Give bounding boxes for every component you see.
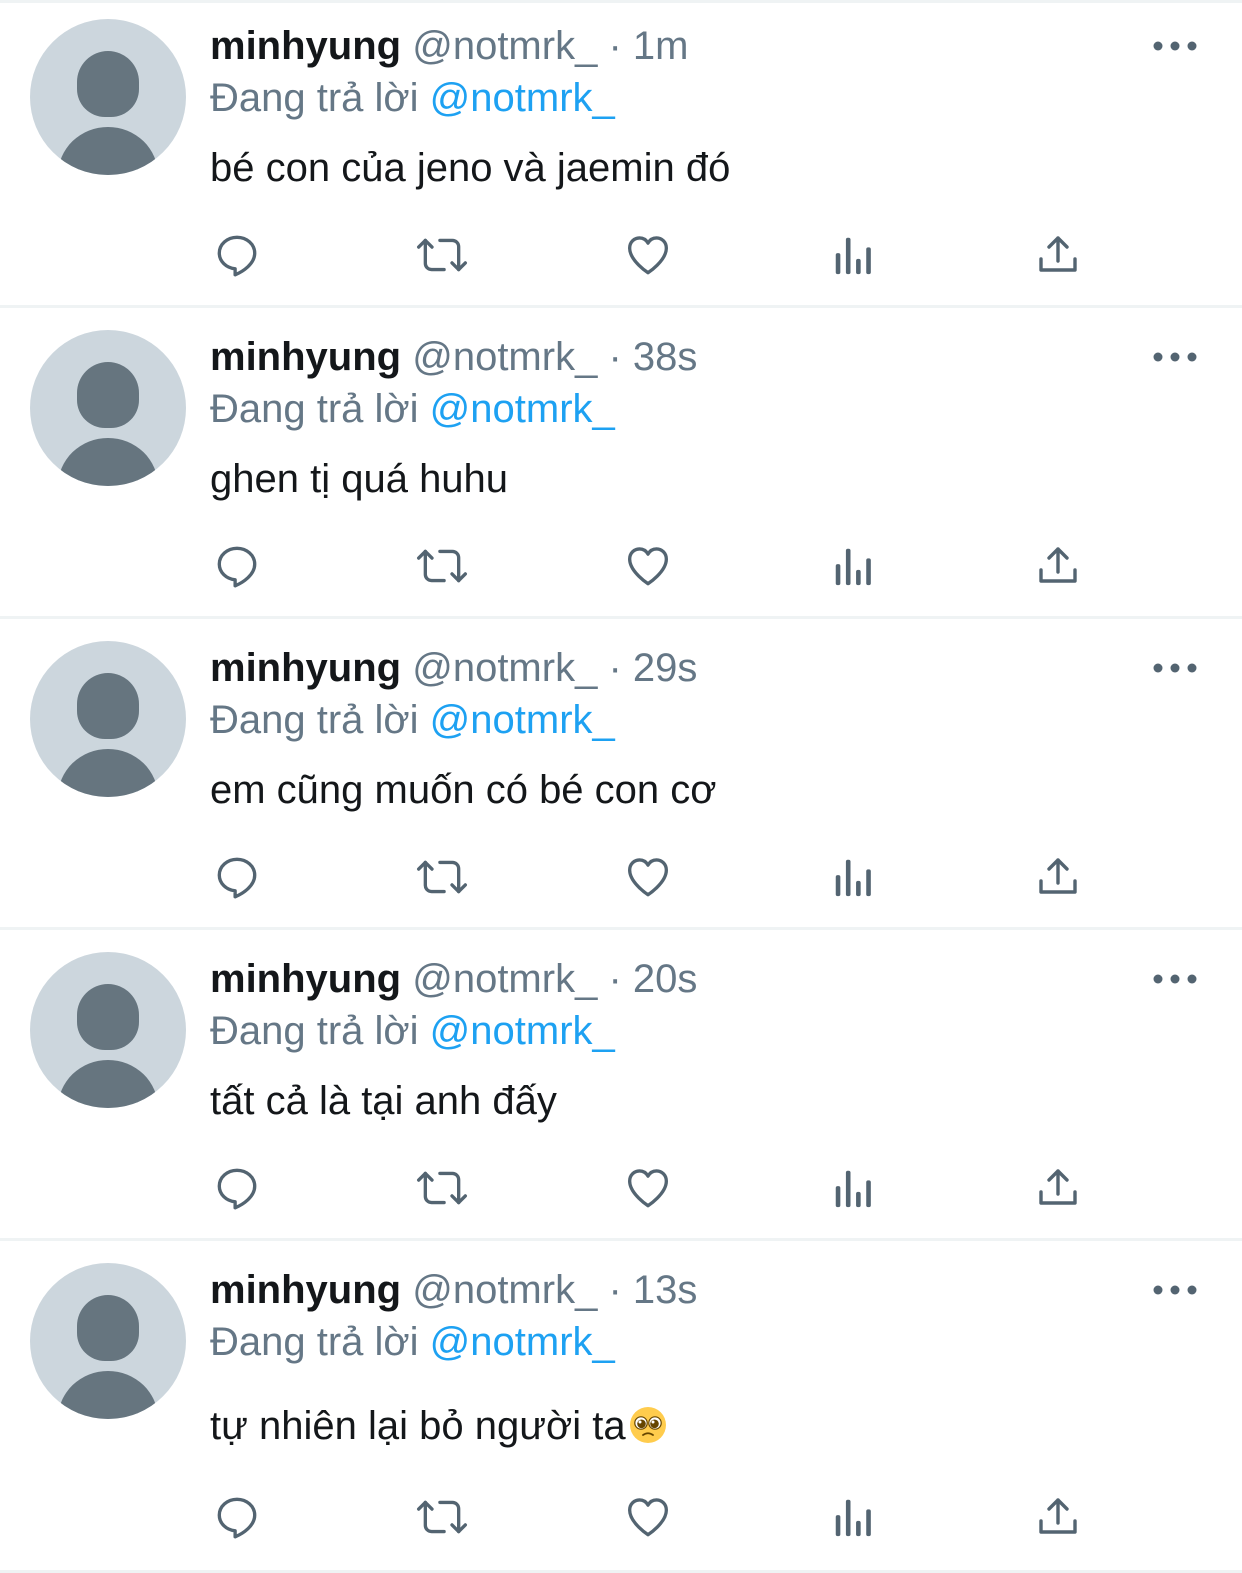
tweet-header: minhyung @notmrk_ · 20s — [210, 953, 697, 1005]
reply-mention-link[interactable]: @notmrk_ — [430, 1009, 615, 1053]
more-options-icon[interactable] — [1152, 36, 1198, 56]
display-name[interactable]: minhyung — [210, 1268, 401, 1312]
tweet-actions — [0, 1487, 1242, 1547]
tweet-divider — [0, 927, 1242, 930]
separator-dot: · — [608, 646, 622, 690]
retweet-icon[interactable] — [412, 1487, 472, 1547]
separator-dot: · — [608, 957, 622, 1001]
tweet-text: tất cả là tại anh đấy — [210, 1079, 557, 1123]
reply-icon[interactable] — [207, 225, 267, 285]
tweet-text: em cũng muốn có bé con cơ — [210, 768, 717, 812]
retweet-icon[interactable] — [412, 847, 472, 907]
more-options-icon[interactable] — [1152, 658, 1198, 678]
user-handle[interactable]: @notmrk_ — [412, 1268, 597, 1312]
share-icon[interactable] — [1028, 536, 1088, 596]
display-name[interactable]: minhyung — [210, 24, 401, 68]
tweet-item[interactable]: minhyung @notmrk_ · 20s Đang trả lời @no… — [0, 933, 1242, 1241]
user-handle[interactable]: @notmrk_ — [412, 24, 597, 68]
user-handle[interactable]: @notmrk_ — [412, 646, 597, 690]
replying-to: Đang trả lời @notmrk_ — [210, 1316, 615, 1368]
tweet-item[interactable]: minhyung @notmrk_ · 13s Đang trả lời @no… — [0, 1244, 1242, 1573]
tweet-divider — [0, 1238, 1242, 1241]
reply-mention-link[interactable]: @notmrk_ — [430, 387, 615, 431]
replying-to-label: Đang trả lời — [210, 387, 419, 431]
reply-icon[interactable] — [207, 1158, 267, 1218]
tweet-text: ghen tị quá huhu — [210, 457, 509, 501]
heart-icon[interactable] — [618, 225, 678, 285]
user-handle[interactable]: @notmrk_ — [412, 335, 597, 379]
replying-to-label: Đang trả lời — [210, 1320, 419, 1364]
tweet-item[interactable]: minhyung @notmrk_ · 1m Đang trả lời @not… — [0, 0, 1242, 308]
more-options-icon[interactable] — [1152, 1280, 1198, 1300]
tweet-header: minhyung @notmrk_ · 13s — [210, 1264, 697, 1316]
reply-mention-link[interactable]: @notmrk_ — [430, 1320, 615, 1364]
tweet-header: minhyung @notmrk_ · 1m — [210, 20, 688, 72]
tweet-header: minhyung @notmrk_ · 29s — [210, 642, 697, 694]
retweet-icon[interactable] — [412, 225, 472, 285]
tweet-item[interactable]: minhyung @notmrk_ · 29s Đang trả lời @no… — [0, 622, 1242, 930]
tweet-actions — [0, 225, 1242, 285]
replying-to: Đang trả lời @notmrk_ — [210, 694, 615, 746]
tweet-divider — [0, 305, 1242, 308]
replying-to-label: Đang trả lời — [210, 1009, 419, 1053]
tweet-item[interactable]: minhyung @notmrk_ · 38s Đang trả lời @no… — [0, 311, 1242, 619]
timestamp[interactable]: 20s — [633, 957, 698, 1001]
separator-dot: · — [608, 1268, 622, 1312]
more-options-icon[interactable] — [1152, 347, 1198, 367]
default-avatar-icon[interactable] — [30, 1263, 186, 1419]
views-icon[interactable] — [823, 847, 883, 907]
tweet-header: minhyung @notmrk_ · 38s — [210, 331, 697, 383]
replying-to: Đang trả lời @notmrk_ — [210, 383, 615, 435]
reply-mention-link[interactable]: @notmrk_ — [430, 698, 615, 742]
user-handle[interactable]: @notmrk_ — [412, 957, 597, 1001]
timestamp[interactable]: 13s — [633, 1268, 698, 1312]
share-icon[interactable] — [1028, 847, 1088, 907]
reply-mention-link[interactable]: @notmrk_ — [430, 76, 615, 120]
default-avatar-icon[interactable] — [30, 952, 186, 1108]
pleading-face-emoji-icon — [628, 1404, 668, 1444]
timestamp[interactable]: 1m — [633, 24, 689, 68]
tweet-feed: minhyung @notmrk_ · 1m Đang trả lời @not… — [0, 0, 1242, 1573]
display-name[interactable]: minhyung — [210, 957, 401, 1001]
share-icon[interactable] — [1028, 1158, 1088, 1218]
share-icon[interactable] — [1028, 225, 1088, 285]
tweet-text-row: tự nhiên lại bỏ người ta — [210, 1398, 668, 1454]
retweet-icon[interactable] — [412, 536, 472, 596]
reply-icon[interactable] — [207, 1487, 267, 1547]
share-icon[interactable] — [1028, 1487, 1088, 1547]
replying-to-label: Đang trả lời — [210, 698, 419, 742]
views-icon[interactable] — [823, 225, 883, 285]
tweet-actions — [0, 847, 1242, 907]
display-name[interactable]: minhyung — [210, 335, 401, 379]
replying-to: Đang trả lời @notmrk_ — [210, 72, 615, 124]
heart-icon[interactable] — [618, 1158, 678, 1218]
views-icon[interactable] — [823, 536, 883, 596]
more-options-icon[interactable] — [1152, 969, 1198, 989]
default-avatar-icon[interactable] — [30, 19, 186, 175]
tweet-actions — [0, 1158, 1242, 1218]
default-avatar-icon[interactable] — [30, 330, 186, 486]
views-icon[interactable] — [823, 1487, 883, 1547]
tweet-text: bé con của jeno và jaemin đó — [210, 146, 731, 190]
replying-to-label: Đang trả lời — [210, 76, 419, 120]
tweet-actions — [0, 536, 1242, 596]
tweet-divider — [0, 616, 1242, 619]
heart-icon[interactable] — [618, 1487, 678, 1547]
default-avatar-icon[interactable] — [30, 641, 186, 797]
heart-icon[interactable] — [618, 536, 678, 596]
retweet-icon[interactable] — [412, 1158, 472, 1218]
separator-dot: · — [608, 335, 622, 379]
heart-icon[interactable] — [618, 847, 678, 907]
replying-to: Đang trả lời @notmrk_ — [210, 1005, 615, 1057]
separator-dot: · — [608, 24, 622, 68]
views-icon[interactable] — [823, 1158, 883, 1218]
timestamp[interactable]: 38s — [633, 335, 698, 379]
reply-icon[interactable] — [207, 847, 267, 907]
timestamp[interactable]: 29s — [633, 646, 698, 690]
display-name[interactable]: minhyung — [210, 646, 401, 690]
reply-icon[interactable] — [207, 536, 267, 596]
tweet-text: tự nhiên lại bỏ người ta — [210, 1404, 626, 1448]
